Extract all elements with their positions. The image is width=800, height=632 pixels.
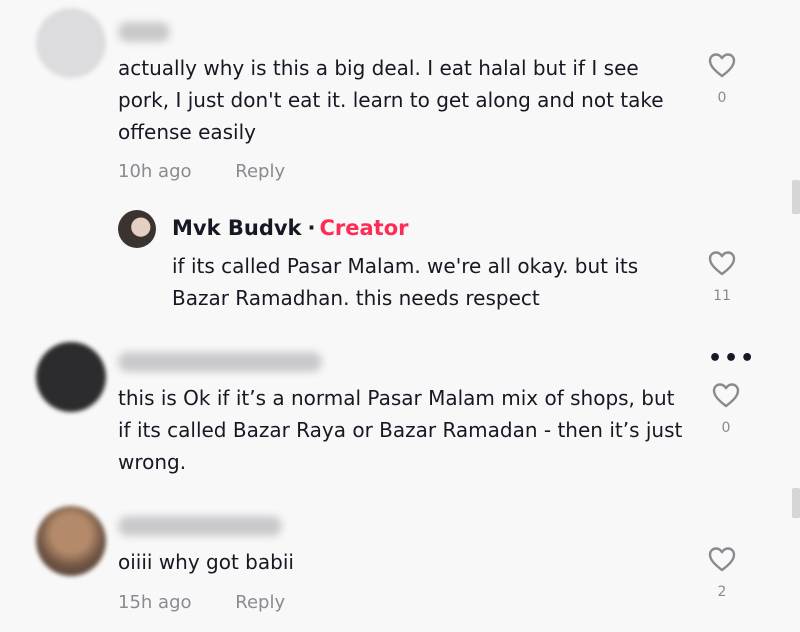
username-blurred[interactable] <box>118 22 170 42</box>
comment-text: if its called Pasar Malam. we're all oka… <box>172 254 639 310</box>
like-count: 0 <box>721 420 731 436</box>
heart-outline-icon[interactable] <box>708 546 736 572</box>
like-count: 11 <box>713 288 731 304</box>
like-count: 0 <box>717 90 727 106</box>
comment-meta: 15h ago Reply <box>118 592 323 613</box>
scrollbar-thumb[interactable] <box>792 180 800 214</box>
avatar[interactable] <box>36 506 106 576</box>
comment-text: oiiii why got babii <box>118 550 294 574</box>
avatar[interactable] <box>36 342 106 412</box>
comment-text: actually why is this a big deal. I eat h… <box>118 56 664 144</box>
reply-button[interactable]: Reply <box>235 161 285 182</box>
heart-outline-icon[interactable] <box>712 382 740 408</box>
avatar[interactable] <box>118 210 156 248</box>
username-blurred[interactable] <box>118 352 322 372</box>
comment-time: 10h ago <box>118 161 192 182</box>
comment-text: this is Ok if it’s a normal Pasar Malam … <box>118 386 683 474</box>
heart-outline-icon[interactable] <box>708 52 736 78</box>
heart-outline-icon[interactable] <box>708 250 736 276</box>
comment-meta: 10h ago Reply <box>118 161 323 182</box>
creator-badge: Creator <box>319 216 409 240</box>
comment-time: 15h ago <box>118 592 192 613</box>
avatar[interactable] <box>36 8 106 78</box>
scrollbar-thumb[interactable] <box>792 488 800 518</box>
creator-name-row: Mvk Budvk · Creator <box>172 216 409 240</box>
like-count: 2 <box>717 584 727 600</box>
username-blurred[interactable] <box>118 516 282 536</box>
separator-dot: · <box>307 216 316 240</box>
reply-button[interactable]: Reply <box>235 592 285 613</box>
more-options-icon[interactable]: ••• <box>708 346 756 371</box>
author-name[interactable]: Mvk Budvk <box>172 216 302 240</box>
